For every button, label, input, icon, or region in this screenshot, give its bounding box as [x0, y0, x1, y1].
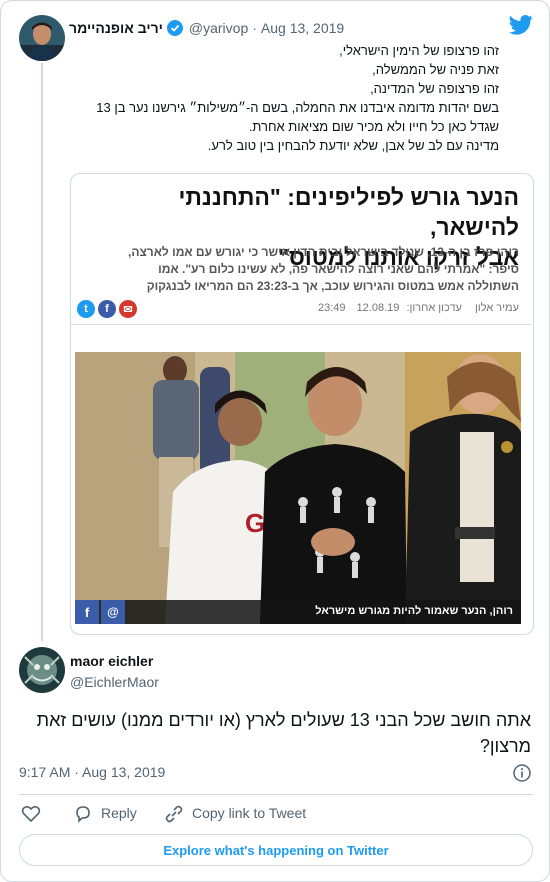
photo-caption: רוהן, הנער שאמור להיות מגורש מישראל	[315, 605, 513, 617]
twitter-bird-icon[interactable]	[508, 15, 533, 35]
at-icon: @	[101, 600, 125, 624]
facebook-share-icon: f	[98, 300, 116, 318]
info-icon[interactable]	[513, 764, 531, 782]
verified-badge-icon	[166, 20, 183, 36]
tweet-line: זאת פניה של הממשלה,	[372, 62, 499, 77]
author-row: יריב אופנהיימר @yarivop · Aug 13, 2019	[69, 18, 344, 38]
facebook-icon: f	[75, 600, 99, 624]
divider	[19, 794, 533, 795]
article-divider	[71, 324, 531, 325]
photo-caption-bar: f @ רוהן, הנער שאמור להיות מגורש מישראל	[75, 600, 521, 624]
article-updated-time: 23:49	[317, 302, 346, 314]
photo-scene: GAP	[75, 352, 521, 624]
twitter-share-icon: t	[77, 300, 95, 318]
article-author: עמיר אלון	[475, 302, 519, 314]
tweet-line: זהו פרצופו של הימין הישראלי,	[339, 43, 499, 58]
like-icon[interactable]	[21, 804, 41, 824]
article-lead-line: השתוללה אמש במטוס והגירוש עוכב, אך ב-23:…	[146, 279, 519, 293]
article-updated-label: עדכון אחרון:	[406, 302, 462, 314]
tweet-line: זהו פרצופה של המדינה,	[370, 81, 499, 96]
article-lead-line: סיפר: "אמרתי להם שאני רוצה להישאר פה, לא…	[158, 262, 519, 276]
author-name[interactable]: יריב אופנהיימר	[69, 20, 163, 36]
reply-author-name[interactable]: maor eichler	[70, 653, 153, 669]
author-handle[interactable]: @yarivop	[189, 20, 248, 36]
reply-avatar[interactable]	[19, 647, 65, 693]
article-photo: GAP	[75, 352, 521, 624]
tweet-line: מדינה עם לב של אבן, שלא יודעת להבחין בין…	[207, 138, 499, 153]
dot-separator: ·	[252, 20, 257, 36]
article-headline-line: הנער גורש לפיליפינים: "התחננתי להישאר,	[178, 184, 519, 240]
copy-link-button[interactable]: Copy link to Tweet	[192, 805, 306, 821]
explore-button[interactable]: Explore what's happening on Twitter	[19, 834, 533, 866]
mail-share-icon: ✉	[119, 300, 137, 318]
reply-timestamp[interactable]: 9:17 AM · Aug 13, 2019	[19, 764, 165, 780]
article-meta: עמיר אלון עדכון אחרון: 12.08.19 23:49	[318, 302, 519, 314]
reply-author-handle[interactable]: @EichlerMaor	[70, 674, 159, 690]
link-icon[interactable]	[164, 804, 184, 824]
reply-button[interactable]: Reply	[101, 805, 137, 821]
article-share-icons: t f ✉	[77, 300, 137, 318]
tweet-line: בשם יהדות מדומה איבדנו את החמלה, בשם ה-״…	[96, 100, 499, 115]
article-lead: רוהן פרז בן ה-13, שנולד בישראל ובית הדין…	[89, 244, 519, 295]
tweet-date[interactable]: Aug 13, 2019	[261, 20, 344, 36]
attached-image[interactable]: הנער גורש לפיליפינים: "התחננתי להישאר, א…	[70, 173, 534, 635]
reply-text: אתה חושב שכל הבני 13 שעולים לארץ (או יור…	[36, 710, 531, 756]
reply-icon[interactable]	[73, 804, 93, 824]
tweet-text: זהו פרצופו של הימין הישראלי, זאת פניה של…	[39, 41, 499, 155]
tweet-line: שגדל כאן כל חייו ולא מכיר שום מציאות אחר…	[248, 119, 499, 134]
article-updated-date: 12.08.19	[356, 302, 400, 314]
tweet-card: יריב אופנהיימר @yarivop · Aug 13, 2019 ז…	[0, 0, 550, 882]
article-lead-line: רוהן פרז בן ה-13, שנולד בישראל ובית הדין…	[128, 245, 519, 259]
